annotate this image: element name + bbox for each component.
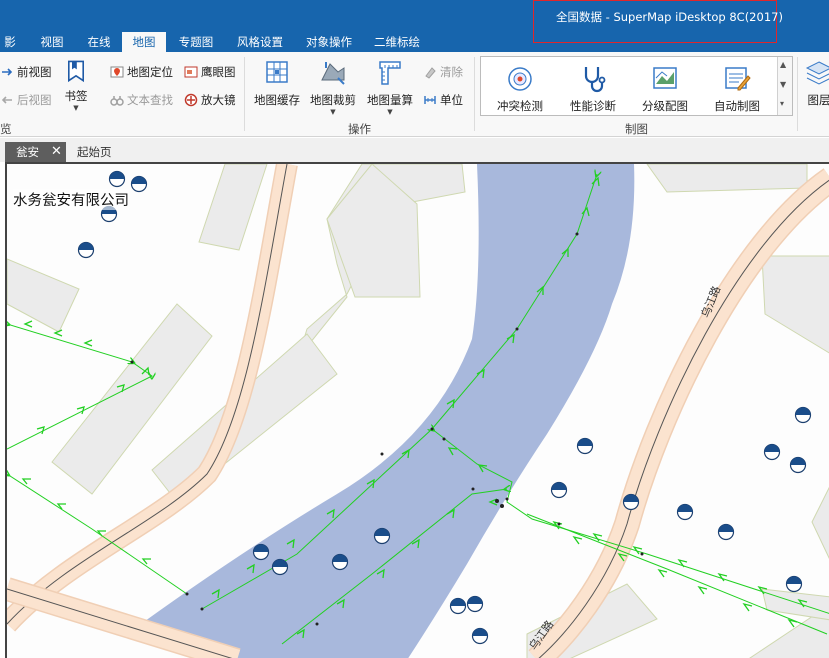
valve-icon[interactable] bbox=[373, 527, 391, 545]
bookmark-label: 书签 bbox=[64, 89, 88, 103]
valve-icon[interactable] bbox=[676, 503, 694, 521]
back-view-button[interactable]: 后视图 bbox=[0, 91, 52, 109]
back-view-label: 后视图 bbox=[17, 93, 52, 107]
doc-tab-start-page[interactable]: 起始页 bbox=[77, 142, 112, 162]
valve-icon[interactable] bbox=[108, 170, 126, 188]
chevron-down-icon: ▼ bbox=[387, 108, 393, 116]
browse-group-label: 览 bbox=[0, 122, 12, 136]
menu-tab-object-operations[interactable]: 对象操作 bbox=[299, 32, 359, 52]
map-clip-button[interactable]: 地图裁剪 ▼ bbox=[310, 58, 356, 116]
magnifier-icon bbox=[184, 93, 198, 107]
ruler-icon bbox=[379, 61, 401, 85]
menu-tab-online[interactable]: 在线 bbox=[80, 32, 118, 52]
text-search-button[interactable]: 文本查找 bbox=[110, 91, 173, 109]
binoculars-icon bbox=[110, 96, 124, 106]
valve-icon[interactable] bbox=[717, 523, 735, 541]
valve-icon[interactable] bbox=[271, 558, 289, 576]
bookmark-button[interactable]: 书签 ▼ bbox=[64, 58, 88, 112]
valve-icon[interactable] bbox=[130, 175, 148, 193]
map-locate-label: 地图定位 bbox=[127, 65, 173, 79]
magnifier-label: 放大镜 bbox=[201, 93, 236, 107]
map-canvas[interactable] bbox=[7, 164, 829, 658]
valve-icon[interactable] bbox=[471, 627, 489, 645]
unit-label: 单位 bbox=[440, 93, 463, 107]
map-cache-button[interactable]: 地图缓存 bbox=[254, 58, 300, 108]
eraser-icon bbox=[425, 67, 436, 79]
gallery-expand-icon[interactable]: ▾ bbox=[780, 99, 784, 108]
magnifier-button[interactable]: 放大镜 bbox=[184, 91, 236, 109]
bookmark-icon bbox=[68, 60, 84, 83]
map-view[interactable]: 水务瓮安有限公司 乌江路 乌江路 bbox=[5, 162, 829, 658]
performance-diagnosis-label: 性能诊断 bbox=[570, 99, 616, 113]
close-icon[interactable]: ✕ bbox=[51, 142, 62, 162]
map-measure-label: 地图量算 bbox=[367, 93, 413, 107]
valve-icon[interactable] bbox=[550, 481, 568, 499]
valve-icon[interactable] bbox=[763, 443, 781, 461]
gallery-scroll-down-icon[interactable]: ▼ bbox=[780, 80, 786, 89]
eagle-eye-label: 鹰眼图 bbox=[201, 65, 236, 79]
performance-diagnosis-button[interactable]: 性能诊断 bbox=[570, 64, 616, 114]
valve-icon[interactable] bbox=[789, 456, 807, 474]
group-separator bbox=[797, 57, 798, 131]
arrow-back-icon bbox=[1, 96, 12, 104]
valve-icon[interactable] bbox=[785, 575, 803, 593]
mapping-group-label: 制图 bbox=[625, 122, 648, 136]
valve-icon[interactable] bbox=[466, 595, 484, 613]
operations-group-label: 操作 bbox=[348, 122, 371, 136]
eagle-eye-button[interactable]: 鹰眼图 bbox=[184, 63, 236, 81]
chevron-down-icon: ▼ bbox=[73, 104, 79, 112]
layers-label: 图层 bbox=[807, 93, 829, 107]
layers-button[interactable]: 图层 bbox=[804, 58, 829, 108]
text-search-label: 文本查找 bbox=[127, 93, 173, 107]
valve-icon[interactable] bbox=[794, 406, 812, 424]
clear-label: 清除 bbox=[440, 65, 463, 79]
clear-button[interactable]: 清除 bbox=[423, 63, 463, 81]
map-clip-label: 地图裁剪 bbox=[310, 93, 356, 107]
window-title: 全国数据 - SuperMap iDesktop 8C(2017) bbox=[556, 10, 783, 24]
valve-icon[interactable] bbox=[449, 597, 467, 615]
map-cache-label: 地图缓存 bbox=[254, 93, 300, 107]
document-tab-bar bbox=[0, 138, 829, 162]
valve-icon[interactable] bbox=[252, 543, 270, 561]
unit-button[interactable]: 单位 bbox=[423, 91, 463, 109]
conflict-check-icon bbox=[508, 67, 532, 91]
valve-icon[interactable] bbox=[77, 241, 95, 259]
graded-map-icon bbox=[653, 67, 677, 89]
map-locate-button[interactable]: 地图定位 bbox=[110, 63, 173, 81]
overview-map-icon bbox=[184, 66, 198, 78]
menu-tab-view[interactable]: 视图 bbox=[33, 32, 71, 52]
menu-tab-map[interactable]: 地图 bbox=[122, 32, 166, 52]
group-separator bbox=[474, 57, 475, 131]
chevron-down-icon: ▼ bbox=[330, 108, 336, 116]
map-clip-icon bbox=[321, 62, 345, 85]
group-separator bbox=[244, 57, 245, 131]
valve-icon[interactable] bbox=[576, 437, 594, 455]
layers-icon bbox=[805, 61, 829, 85]
graded-color-button[interactable]: 分级配图 bbox=[642, 64, 688, 114]
menu-tab-thematic[interactable]: 专题图 bbox=[173, 32, 219, 52]
forward-view-button[interactable]: 前视图 bbox=[0, 63, 52, 81]
graded-color-label: 分级配图 bbox=[642, 99, 688, 113]
stethoscope-icon bbox=[584, 67, 606, 93]
conflict-check-label: 冲突检测 bbox=[497, 99, 543, 113]
arrow-right-icon bbox=[2, 68, 13, 76]
menu-tab-style-settings[interactable]: 风格设置 bbox=[230, 32, 290, 52]
auto-mapping-icon bbox=[725, 67, 751, 91]
gallery-scroll-up-icon[interactable]: ▲ bbox=[780, 60, 786, 69]
valve-icon[interactable] bbox=[622, 493, 640, 511]
menu-tab-2d-plotting[interactable]: 二维标绘 bbox=[367, 32, 427, 52]
menu-tab-image[interactable]: 影 bbox=[0, 32, 20, 52]
map-measure-button[interactable]: 地图量算 ▼ bbox=[367, 58, 413, 116]
location-pin-icon bbox=[110, 66, 124, 78]
auto-mapping-label: 自动制图 bbox=[714, 99, 760, 113]
conflict-check-button[interactable]: 冲突检测 bbox=[497, 64, 543, 114]
valve-icon[interactable] bbox=[331, 553, 349, 571]
company-label: 水务瓮安有限公司 bbox=[13, 189, 129, 210]
map-cache-icon bbox=[266, 61, 288, 83]
unit-icon bbox=[424, 96, 436, 104]
auto-mapping-button[interactable]: 自动制图 bbox=[714, 64, 760, 114]
forward-view-label: 前视图 bbox=[17, 65, 52, 79]
